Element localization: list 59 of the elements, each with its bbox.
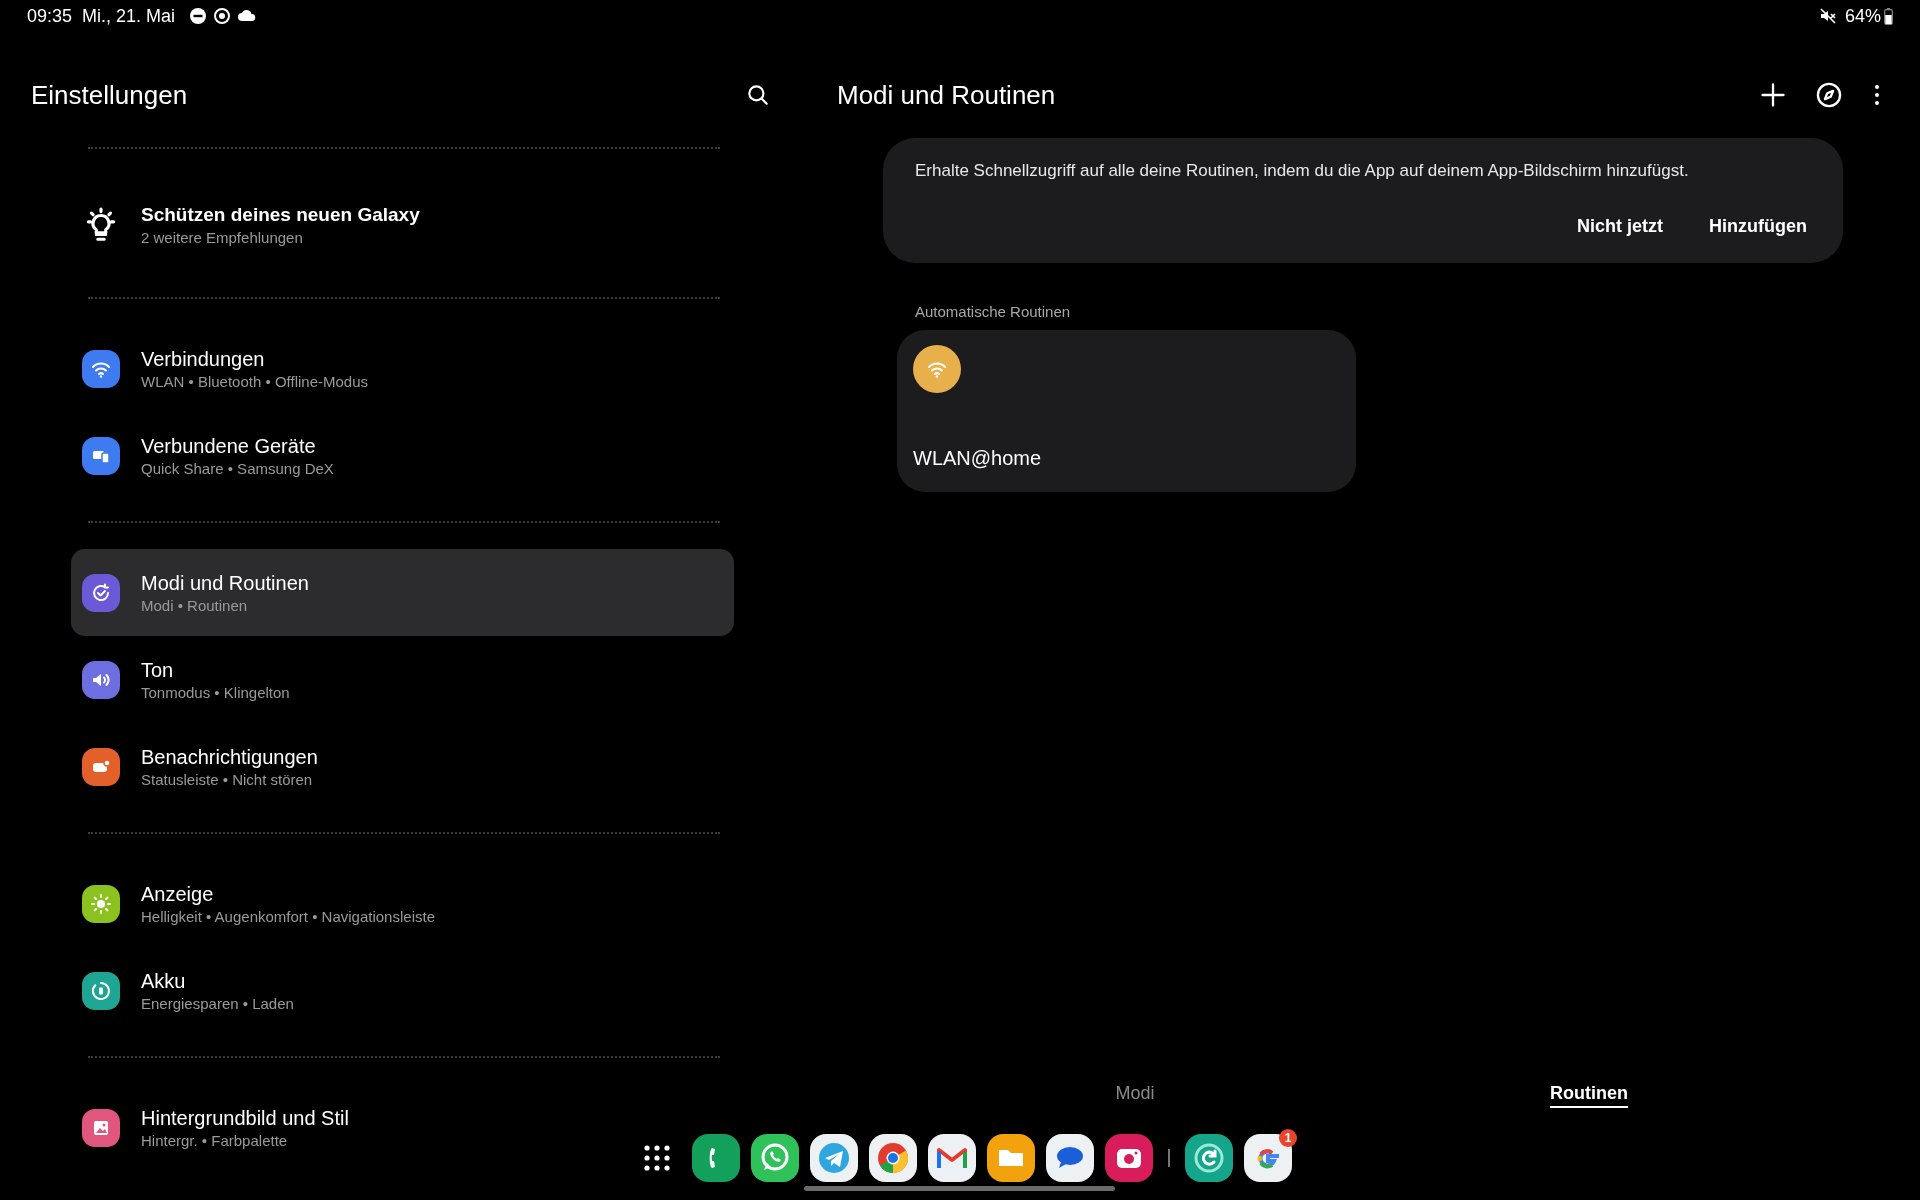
settings-item[interactable]: Ton Tonmodus • Klingelton	[71, 636, 302, 723]
item-title: Schützen deines neuen Galaxy	[141, 203, 420, 227]
battery-percent: 64%	[1844, 4, 1881, 28]
item-title: Benachrichtigungen	[141, 744, 318, 770]
settings-item[interactable]: Modi und Routinen Modi • Routinen	[71, 549, 734, 636]
refresh-icon[interactable]	[1185, 1134, 1233, 1182]
item-title: Modi und Routinen	[141, 570, 309, 596]
item-title: Ton	[141, 657, 175, 683]
more-options-icon[interactable]	[1874, 83, 1880, 107]
mute-icon	[1818, 7, 1837, 25]
clock: 09:35	[27, 4, 73, 28]
item-subtitle: Quick Share • Samsung DeX	[141, 458, 334, 479]
settings-item[interactable]: Anzeige Helligkeit • Augenkomfort • Navigationsleiste	[71, 860, 447, 947]
tab[interactable]: Routinen	[1550, 1081, 1628, 1108]
mail-icon[interactable]	[928, 1134, 976, 1182]
folder-icon[interactable]	[987, 1134, 1035, 1182]
settings-item[interactable]: Akku Energiesparen • Laden	[71, 947, 306, 1034]
search-icon[interactable]	[745, 82, 771, 108]
item-subtitle: Energiesparen • Laden	[141, 993, 294, 1014]
settings-item[interactable]: Verbindungen WLAN • Bluetooth • Offline-Modus	[71, 325, 380, 412]
item-title: Akku	[141, 968, 187, 994]
item-subtitle: Tonmodus • Klingelton	[141, 682, 290, 703]
cloud-icon	[237, 8, 258, 24]
item-subtitle: 2 weitere Empfehlungen	[141, 228, 304, 248]
camera-icon[interactable]	[1105, 1134, 1153, 1182]
plus-icon[interactable]	[1759, 81, 1787, 109]
settings-item[interactable]: Verbundene Geräte Quick Share • Samsung DeX	[71, 412, 346, 499]
settings-item[interactable]: Hintergrundbild und Stil Hintergr. • Farbpalette	[71, 1084, 361, 1171]
phone-icon[interactable]	[692, 1134, 740, 1182]
item-title: Hintergrundbild und Stil	[141, 1105, 349, 1131]
item-subtitle: Hintergr. • Farbpalette	[141, 1130, 289, 1151]
section-label: Automatische Routinen	[915, 303, 1072, 321]
settings-item[interactable]: Schützen deines neuen Galaxy 2 weitere Empfehlungen	[71, 175, 432, 275]
chat-bubble-icon[interactable]	[751, 1134, 799, 1182]
notification-badge: 1	[1279, 1129, 1297, 1147]
item-subtitle: Statusleiste • Nicht stören	[141, 769, 314, 790]
paper-plane-icon[interactable]	[810, 1134, 858, 1182]
item-title: Verbundene Geräte	[141, 433, 317, 459]
date: Mi., 21. Mai	[82, 4, 176, 28]
item-subtitle: WLAN • Bluetooth • Offline-Modus	[141, 371, 368, 392]
item-subtitle: Modi • Routinen	[141, 595, 249, 616]
settings-title: Einstellungen	[31, 80, 188, 110]
banner-button[interactable]: Nicht jetzt	[1577, 214, 1663, 238]
banner-button[interactable]: Hinzufügen	[1709, 214, 1807, 238]
battery-status-icon	[1884, 7, 1893, 25]
sync-circle-icon	[213, 7, 232, 25]
tab[interactable]: Modi	[1115, 1081, 1155, 1108]
item-subtitle: Helligkeit • Augenkomfort • Navigationsleiste	[141, 906, 435, 927]
item-title: Anzeige	[141, 881, 215, 907]
routine-card[interactable]: WLAN@home	[897, 330, 1356, 492]
routine-name: WLAN@home	[913, 446, 1043, 471]
compass-icon[interactable]	[1815, 81, 1843, 109]
browser-icon[interactable]	[869, 1134, 917, 1182]
banner-text: Erhalte Schnellzugriff auf alle deine Routinen, indem du die App auf deinem App-Bildschirm hinzufügst.	[915, 160, 1690, 182]
page-title: Modi und Routinen	[837, 80, 1056, 110]
message-icon[interactable]	[1046, 1134, 1094, 1182]
do-not-disturb-icon	[189, 7, 208, 25]
settings-item[interactable]: Benachrichtigungen Statusleiste • Nicht stören	[71, 723, 330, 810]
item-title: Verbindungen	[141, 346, 266, 372]
